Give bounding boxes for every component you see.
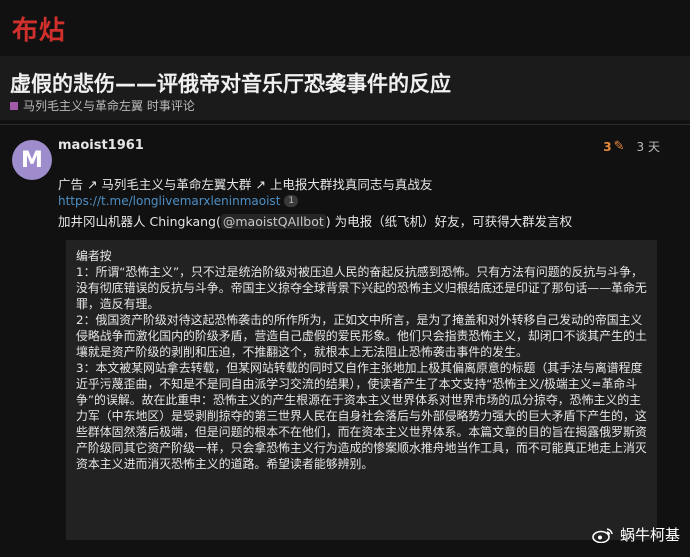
bot-suffix: ) 为电报（纸飞机）好友，可获得大群发言权	[325, 214, 573, 229]
link-click-count: 1	[284, 195, 299, 207]
watermark-text: 蜗牛柯基	[619, 526, 680, 544]
divider	[0, 124, 690, 125]
topic-title[interactable]: 虚假的悲伤——评俄帝对音乐厅恐袭事件的反应	[10, 68, 451, 98]
bot-prefix: 加井冈山机器人 Chingkang(	[58, 214, 221, 229]
quote-paragraph-1: 1：所谓“恐怖主义”，只不过是统治阶级对被压迫人民的奋起反抗感到恐怖。只有方法有…	[76, 265, 647, 311]
watermark: 蜗牛柯基	[592, 524, 680, 545]
topic-title-area: 虚假的悲伤——评俄帝对音乐厅恐袭事件的反应 马列毛主义与革命左翼 时事评论	[0, 56, 690, 120]
link-line: https://t.me/longlivemarxleninmaoist 1	[58, 194, 299, 208]
quote-heading: 编者按	[76, 249, 112, 263]
category-color-square	[10, 101, 18, 110]
pencil-icon[interactable]: ✎	[614, 139, 625, 154]
bot-mention[interactable]: @maoistQAIlbot	[220, 214, 326, 229]
editor-note-quote: 编者按 1：所谓“恐怖主义”，只不过是统治阶级对被压迫人民的奋起反抗感到恐怖。只…	[66, 240, 657, 540]
post-meta: 3 ✎ 3 天	[603, 138, 660, 155]
site-header: 布炶	[0, 0, 690, 56]
avatar[interactable]: M	[12, 140, 52, 180]
quote-paragraph-3: 3：本文被某网站拿去转载，但某网站转载的同时又自作主张地加上极其偏离原意的标题（…	[76, 361, 647, 471]
site-logo[interactable]: 布炶	[12, 10, 66, 47]
username[interactable]: maoist1961	[58, 138, 144, 153]
telegram-link[interactable]: https://t.me/longlivemarxleninmaoist	[58, 194, 280, 208]
post-age[interactable]: 3 天	[637, 138, 660, 155]
ad-line: 广告 ↗ 马列毛主义与革命左翼大群 ↗ 上电报大群找真同志与真战友	[58, 177, 433, 192]
category-label: 马列毛主义与革命左翼 时事评论	[23, 99, 195, 113]
topic-category[interactable]: 马列毛主义与革命左翼 时事评论	[10, 97, 195, 114]
weibo-icon	[592, 527, 613, 543]
edit-count[interactable]: 3	[603, 140, 611, 154]
quote-paragraph-2: 2：俄国资产阶级对待这起恐怖袭击的所作所为，正如文中所言，是为了掩盖和对外转移自…	[76, 313, 647, 359]
bot-line: 加井冈山机器人 Chingkang(@maoistQAIlbot) 为电报（纸飞…	[58, 211, 572, 230]
